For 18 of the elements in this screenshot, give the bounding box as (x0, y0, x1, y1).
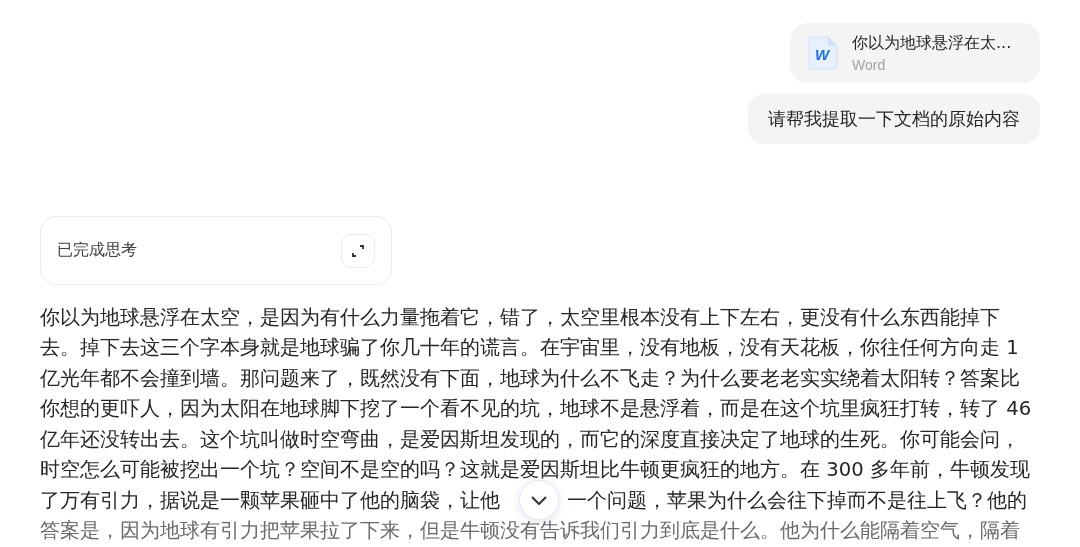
paragraph-line: 了万有引力，据说是一颗苹果砸中了他的脑袋，让他 (40, 487, 501, 514)
user-message: 请帮我提取一下文档的原始内容 (748, 94, 1040, 144)
paragraph-line: 答案是，因为地球有引力把苹果拉了下来，但是牛顿没有告诉我们引力到底是什么。他为什么能隔着空气，隔着 (40, 518, 1020, 545)
thinking-label: 已完成思考 (57, 240, 137, 261)
expand-icon (352, 244, 364, 257)
paragraph-line: 时空怎么可能被挖出一个坑？空间不是空的吗？这就是爱因斯坦比牛顿更疯狂的地方。在 300 多年前，牛顿发现 (40, 457, 1030, 484)
word-file-icon: W (808, 36, 838, 70)
paragraph-line: 一个问题，苹果为什么会往下掉而不是往上飞？他的 (567, 487, 1027, 514)
paragraph-line: 你想的更吓人，因为太阳在地球脚下挖了一个看不见的坑，地球不是悬浮着，而是在这个坑里疯狂打转，转了 46 (40, 396, 1032, 423)
paragraph-line: 你以为地球悬浮在太空，是因为有什么力量拖着它，错了，太空里根本没有上下左右，更没有什么东西能掉下 (40, 304, 1000, 331)
file-name: 你以为地球悬浮在太... (852, 33, 1012, 54)
file-card[interactable]: W 你以为地球悬浮在太... Word (790, 23, 1040, 83)
paragraph-line: 亿年还没转出去。这个坑叫做时空弯曲，是爱因斯坦发现的，而它的深度直接决定了地球的生死。你可能会问， (40, 426, 1020, 453)
scroll-down-button[interactable] (519, 480, 559, 520)
file-type: Word (852, 57, 887, 73)
paragraph-line: 去。掉下去这三个字本身就是地球骗了你几十年的谎言。在宇宙里，没有地板，没有天花板，你往任何方向走 1 (40, 335, 1019, 362)
chevron-down-icon (531, 495, 547, 505)
paragraph-line: 亿光年都不会撞到墙。那问题来了，既然没有下面，地球为什么不飞走？为什么要老老实实绕着太阳转？答案比 (40, 365, 1020, 392)
